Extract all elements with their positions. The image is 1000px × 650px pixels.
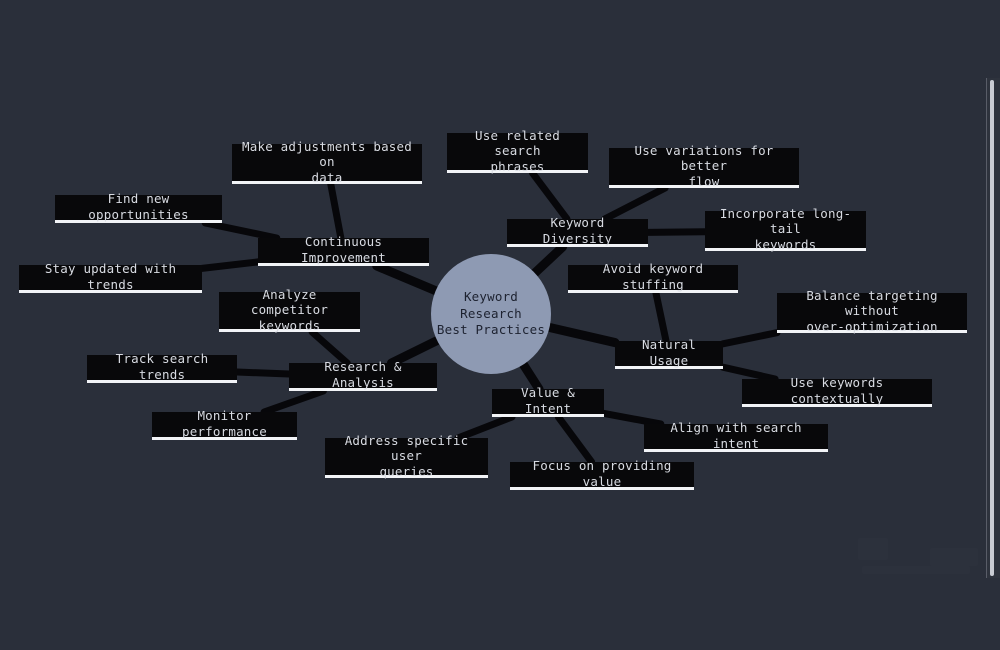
- leaf-node-focus-on-providing-value[interactable]: Focus on providing value: [510, 458, 694, 490]
- edge: [308, 328, 351, 367]
- node-label: Make adjustments based on data: [242, 138, 412, 185]
- node-label: Keyword Diversity: [542, 215, 613, 246]
- node-label: Focus on providing value: [532, 458, 672, 489]
- node-label: Find new opportunities: [88, 191, 189, 222]
- vertical-scrollbar[interactable]: [986, 78, 1000, 578]
- leaf-node-track-search-trends[interactable]: Track search trends: [87, 351, 237, 383]
- leaf-node-avoid-keyword-stuffing[interactable]: Avoid keyword stuffing: [568, 261, 738, 293]
- node-label: Avoid keyword stuffing: [602, 261, 704, 292]
- edge: [601, 184, 669, 223]
- node-label: Value & Intent: [520, 385, 576, 416]
- leaf-node-use-related-search-phrases[interactable]: Use related search phrases: [447, 128, 588, 174]
- edge: [554, 413, 596, 466]
- mindmap-canvas: Keyword Diversity Use related search phra…: [0, 0, 1000, 650]
- leaf-node-stay-updated-with-trends[interactable]: Stay updated with trends: [19, 261, 202, 293]
- leaf-node-find-new-opportunities[interactable]: Find new opportunities: [55, 191, 222, 223]
- edge: [652, 289, 670, 345]
- node-label: Stay updated with trends: [44, 261, 177, 292]
- edge: [372, 261, 443, 297]
- render-artifact-0: [858, 538, 888, 560]
- render-artifact-2: [862, 566, 970, 574]
- edge: [719, 329, 781, 348]
- leaf-node-balance-targeting-without-over-optimization[interactable]: Balance targeting without over-optimizat…: [777, 288, 967, 334]
- vertical-scrollbar-thumb[interactable]: [990, 80, 994, 576]
- branch-node-continuous-improvement[interactable]: Continuous Improvement: [258, 234, 429, 266]
- branch-node-value-and-intent[interactable]: Value & Intent: [492, 385, 604, 417]
- node-label: Align with search intent: [670, 420, 802, 451]
- node-label: Monitor performance: [182, 408, 267, 439]
- edge: [233, 368, 293, 378]
- node-label: Use variations for better flow: [634, 142, 774, 189]
- branch-node-natural-usage[interactable]: Natural Usage: [615, 337, 723, 369]
- leaf-node-address-specific-user-queries[interactable]: Address specific user queries: [325, 433, 488, 479]
- edge: [543, 322, 620, 348]
- branch-node-keyword-diversity[interactable]: Keyword Diversity: [507, 215, 648, 247]
- branch-node-research-and-analysis[interactable]: Research & Analysis: [289, 359, 437, 391]
- node-label: Research & Analysis: [324, 359, 402, 390]
- leaf-node-make-adjustments-based-on-data[interactable]: Make adjustments based on data: [232, 139, 422, 185]
- edge: [198, 258, 262, 272]
- edge: [529, 169, 571, 223]
- edge: [327, 180, 345, 242]
- node-label: Use related search phrases: [475, 127, 560, 174]
- node-label: Analyze competitor keywords: [250, 286, 329, 333]
- root-node[interactable]: Keyword Research Best Practices: [431, 254, 551, 374]
- node-label: Natural Usage: [641, 337, 697, 368]
- leaf-node-use-variations-for-better-flow[interactable]: Use variations for better flow: [609, 143, 799, 189]
- node-label: Incorporate long-tail keywords: [719, 205, 852, 252]
- node-label: Track search trends: [115, 351, 209, 382]
- leaf-node-use-keywords-contextually[interactable]: Use keywords contextually: [742, 375, 932, 407]
- leaf-node-incorporate-long-tail-keywords[interactable]: Incorporate long-tail keywords: [705, 206, 866, 252]
- render-artifact-1: [930, 548, 978, 566]
- node-label: Address specific user queries: [344, 432, 469, 479]
- leaf-node-align-with-search-intent[interactable]: Align with search intent: [644, 420, 828, 452]
- edge: [528, 242, 568, 279]
- node-label: Continuous Improvement: [301, 234, 386, 265]
- node-label: Use keywords contextually: [790, 375, 884, 406]
- leaf-node-analyze-competitor-keywords[interactable]: Analyze competitor keywords: [219, 287, 360, 333]
- leaf-node-monitor-performance[interactable]: Monitor performance: [152, 408, 297, 440]
- node-label: Balance targeting without over-optimizat…: [806, 287, 938, 334]
- edge: [644, 228, 709, 236]
